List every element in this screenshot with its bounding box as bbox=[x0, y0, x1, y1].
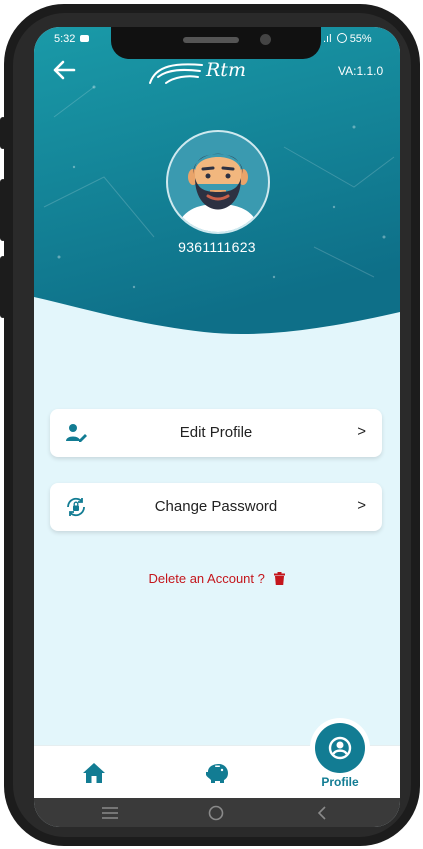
user-edit-icon bbox=[66, 424, 87, 442]
edit-profile-label: Edit Profile bbox=[179, 424, 253, 441]
power-button bbox=[0, 256, 6, 318]
avatar bbox=[166, 130, 270, 234]
battery-icon bbox=[336, 33, 347, 43]
back-arrow-icon[interactable] bbox=[50, 57, 78, 83]
logo-text: Rtm bbox=[206, 59, 246, 81]
home-icon[interactable] bbox=[82, 762, 106, 784]
volume-up-button bbox=[0, 117, 6, 149]
system-navigation-bar bbox=[34, 798, 400, 827]
piggy-bank-icon[interactable] bbox=[204, 762, 230, 784]
lock-reset-icon bbox=[67, 497, 85, 517]
profile-tab-label[interactable]: Profile bbox=[308, 775, 372, 789]
screen: 5:32 .ıl 55% Rtm VA:1.1.0 9361111623 Edi… bbox=[34, 27, 400, 827]
chevron-right-icon: > bbox=[357, 423, 366, 440]
change-password-button[interactable]: Change Password > bbox=[50, 483, 382, 531]
status-indicators: .ıl 55% bbox=[323, 33, 372, 45]
signal-icon: .ıl bbox=[323, 33, 332, 45]
home-circle-icon[interactable] bbox=[207, 804, 225, 822]
profile-icon bbox=[328, 736, 352, 760]
app-version: VA:1.1.0 bbox=[338, 64, 384, 78]
back-chevron-icon[interactable] bbox=[315, 805, 329, 821]
profile-phone-number: 9361111623 bbox=[178, 239, 256, 255]
app-logo: Rtm bbox=[146, 55, 266, 91]
menu-icon[interactable] bbox=[100, 806, 120, 820]
trash-icon bbox=[274, 572, 286, 585]
speaker-grille bbox=[183, 37, 239, 43]
status-time: 5:32 bbox=[54, 33, 90, 45]
avatar-illustration bbox=[176, 153, 260, 232]
delete-account-link[interactable]: Delete an Account ? bbox=[34, 571, 400, 586]
change-password-label: Change Password bbox=[154, 498, 278, 515]
delete-account-label: Delete an Account ? bbox=[148, 571, 265, 586]
logo-swirl-icon bbox=[149, 63, 203, 84]
volume-down-button bbox=[0, 179, 6, 241]
status-time-text: 5:32 bbox=[54, 33, 76, 45]
edit-profile-button[interactable]: Edit Profile > bbox=[50, 409, 382, 457]
battery-percent: 55% bbox=[349, 33, 372, 45]
front-camera bbox=[260, 34, 271, 45]
notification-icon bbox=[80, 35, 90, 42]
chevron-right-icon: > bbox=[357, 497, 366, 514]
profile-tab-button[interactable] bbox=[315, 723, 365, 773]
